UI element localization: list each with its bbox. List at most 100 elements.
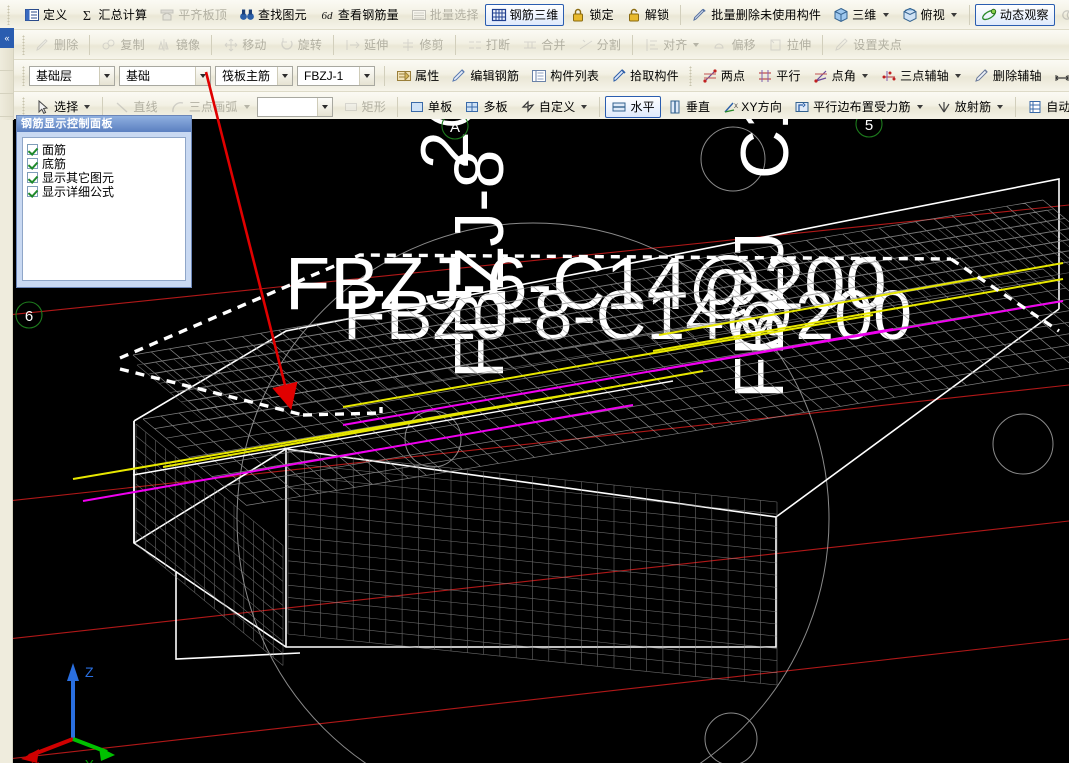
toolbar-button-label: 拉伸 <box>786 37 812 52</box>
toolbar-button-member-list[interactable]: 构件列表 <box>525 65 605 87</box>
arc-param-combo[interactable] <box>256 96 333 117</box>
chevron-down-icon[interactable] <box>916 104 923 109</box>
orbit-guide-circle <box>236 126 1054 763</box>
toolbar-separator <box>1015 96 1017 117</box>
toolbar-button-label: 打断 <box>485 37 511 52</box>
checkbox-label: 底筋 <box>42 156 67 171</box>
toolbar-button-xy-direction[interactable]: XYXY方向 <box>716 96 788 118</box>
toolbar-button-rebar-3d[interactable]: 钢筋三维 <box>484 3 565 26</box>
toolbar-separator <box>102 96 104 117</box>
rail-slot[interactable] <box>0 71 13 94</box>
toolbar-button-radial-rebar[interactable]: 放射筋 <box>930 96 1011 118</box>
toolbar-separator <box>397 96 399 117</box>
toolbar-button-parallel-edge-rebar[interactable]: 平行边布置受力筋 <box>788 96 930 118</box>
toolbar-separator <box>22 96 25 117</box>
point-angle-icon <box>813 68 829 84</box>
toolbar-button-binoculars[interactable]: 查找图元 <box>233 4 313 26</box>
toolbar-button-batch-delete[interactable]: 批量删除未使用构件 <box>686 4 827 26</box>
toolbar-button-merge: 合并 <box>516 34 571 56</box>
checkbox-bottom-rebar[interactable] <box>27 158 38 169</box>
cube-3d-icon <box>833 7 849 23</box>
toolbar-button-properties[interactable]: 属性 <box>390 65 445 87</box>
toolbar-button-cube-3d[interactable]: 三维 <box>827 4 895 26</box>
toolbar-button-multi-slab[interactable]: 多板 <box>458 96 513 118</box>
category-combo[interactable]: 基础 <box>119 65 211 86</box>
chevron-down-icon[interactable] <box>581 104 588 109</box>
chevron-down-icon[interactable] <box>862 73 869 78</box>
toolbar-button-single-slab[interactable]: 单板 <box>403 96 458 118</box>
toolbar-separator <box>968 4 970 25</box>
toolbar-button-parallel[interactable]: 平行 <box>751 65 806 87</box>
toolbar-separator <box>822 34 824 55</box>
toolbar-separator <box>599 96 601 117</box>
chevron-down-icon[interactable] <box>195 66 210 85</box>
toolbar-button-two-point[interactable]: 两点 <box>696 65 751 87</box>
toolbar-button-define[interactable]: 定义 <box>18 4 73 26</box>
toolbar-button-lock[interactable]: 锁定 <box>564 4 619 26</box>
toolbar-button-delete-axis[interactable]: 删除辅轴 <box>968 65 1048 87</box>
toolbar-button-horizontal[interactable]: 水平 <box>605 95 661 118</box>
chevron-down-icon[interactable] <box>359 66 374 85</box>
chevron-down-icon[interactable] <box>99 66 114 85</box>
grid-marker-5: 5 <box>855 119 883 138</box>
sidebar-rail <box>0 48 14 120</box>
chevron-down-icon[interactable] <box>693 42 700 47</box>
floor-combo[interactable]: 基础层 <box>29 65 115 86</box>
toolbar-button-custom[interactable]: 自定义 <box>514 96 595 118</box>
chevron-down-icon[interactable] <box>84 104 91 109</box>
custom-icon <box>520 99 536 115</box>
toolbar-button-label: 多板 <box>483 99 508 114</box>
chevron-down-icon[interactable] <box>316 97 332 116</box>
toolbar-grip[interactable] <box>7 5 10 25</box>
member-name-combo[interactable]: FBZJ-1 <box>297 65 375 86</box>
chevron-down-icon[interactable] <box>950 12 957 17</box>
toolbar-button-dimension[interactable]: 尺寸标注 <box>1048 65 1069 87</box>
toolbar-button-top-view[interactable]: 俯视 <box>896 4 964 26</box>
checkbox-row-top-rebar[interactable]: 面筋 <box>27 143 181 156</box>
rebar-display-panel[interactable]: 钢筋显示控制面板 面筋 底筋 显示其它图元 显示详细公式 <box>16 115 192 288</box>
rail-slot[interactable] <box>0 94 13 117</box>
toolbar-button-label: 属性 <box>415 68 440 83</box>
toolbar-button-label: 钢筋三维 <box>509 7 559 22</box>
toolbar-button-point-angle[interactable]: 点角 <box>807 65 875 87</box>
checkbox-row-show-detail-formula[interactable]: 显示详细公式 <box>27 185 181 198</box>
toolbar-button-auto-rebar[interactable]: 自动配筋 <box>1021 96 1069 118</box>
toolbar-separator <box>632 34 634 55</box>
toolbar-button-label: 设置夹点 <box>853 37 903 52</box>
toolbar-button-label: 查看钢筋量 <box>337 7 399 22</box>
toolbar-button-label: 复制 <box>120 37 145 52</box>
toolbar-button-edit-rebar[interactable]: 编辑钢筋 <box>445 65 525 87</box>
svg-text:5: 5 <box>865 119 873 134</box>
checkbox-show-detail-formula[interactable] <box>27 186 38 197</box>
checkbox-row-show-other-elements[interactable]: 显示其它图元 <box>27 171 181 184</box>
checkbox-row-bottom-rebar[interactable]: 底筋 <box>27 157 181 170</box>
toolbar-button-view-rebar-qty[interactable]: 6d 查看钢筋量 <box>313 4 405 26</box>
toolbar-button-vertical[interactable]: 垂直 <box>661 96 716 118</box>
toolbar-button-offset: 偏移 <box>706 34 761 56</box>
toolbar-button-delete: 删除 <box>29 34 84 56</box>
toolbar-button-pick-member[interactable]: 拾取构件 <box>605 65 685 87</box>
xy-direction-icon: XY <box>722 99 742 115</box>
rect-icon <box>343 99 359 115</box>
checkbox-show-other-elements[interactable] <box>27 172 38 183</box>
chevron-down-icon[interactable] <box>243 104 250 109</box>
chevron-down-icon[interactable] <box>882 12 889 17</box>
batch-select-icon <box>411 7 427 23</box>
grid-marker-6: 6 <box>15 301 43 329</box>
toolbar-button-three-point-axis[interactable]: 三点辅轴 <box>875 65 968 87</box>
toolbar-button-unlock[interactable]: 解锁 <box>620 4 675 26</box>
toolbar-button-stretch: 拉伸 <box>762 34 817 56</box>
member-type-combo[interactable]: 筏板主筋 <box>215 65 293 86</box>
sidebar-collapse-tab[interactable]: « <box>0 28 14 48</box>
chevron-down-icon[interactable] <box>997 104 1004 109</box>
rail-slot[interactable] <box>0 48 13 71</box>
toolbar-button-label: 修剪 <box>419 37 444 52</box>
checkbox-top-rebar[interactable] <box>27 144 38 155</box>
toolbar-button-sigma[interactable]: Σ 汇总计算 <box>73 4 153 26</box>
toolbar-button-orbit[interactable]: 动态观察 <box>974 3 1055 26</box>
edit-rebar-icon <box>451 68 467 84</box>
chevron-down-icon[interactable] <box>954 73 961 78</box>
chevron-down-icon[interactable] <box>277 66 292 85</box>
toolbar-button-label: 三维 <box>852 7 877 22</box>
checkbox-label: 显示其它图元 <box>42 170 115 185</box>
